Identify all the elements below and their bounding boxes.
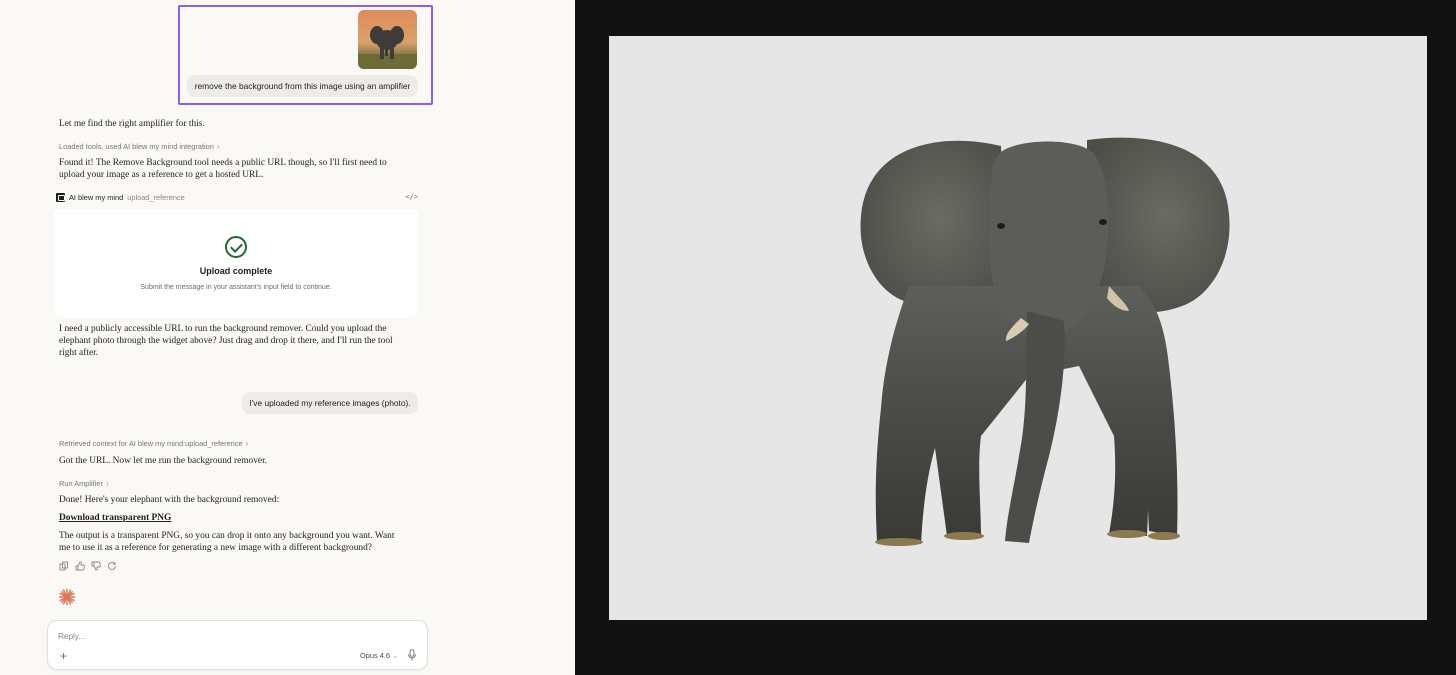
chevron-right-icon: › [245, 439, 249, 448]
tool-integration-name: AI blew my mind [69, 192, 124, 202]
context-retrieved-disclosure[interactable]: Retrieved context for AI blew my mind:up… [59, 439, 248, 448]
reply-composer: + Opus 4.6 ⌄ [47, 620, 428, 670]
thumbs-up-icon[interactable] [75, 561, 85, 571]
copy-icon[interactable] [59, 561, 69, 571]
elephant-cutout-image [860, 137, 1230, 546]
tool-function-name: upload_reference [127, 192, 185, 202]
user-message-text: remove the background from this image us… [194, 81, 411, 91]
message-actions [59, 561, 117, 571]
assistant-message: Done! Here's your elephant with the back… [59, 495, 280, 505]
integration-logo-icon [56, 192, 65, 202]
run-amplifier-label: Run Amplifier [59, 479, 103, 488]
assistant-spark-icon [58, 588, 76, 606]
thumbs-down-icon[interactable] [91, 561, 101, 571]
upload-status-subtitle: Submit the message in your assistant's i… [140, 284, 332, 291]
model-selector[interactable]: Opus 4.6 ⌄ [360, 651, 398, 660]
tools-loaded-label: Loaded tools, used AI blew my mind integ… [59, 142, 214, 151]
checkmark-circle-icon [225, 236, 247, 258]
assistant-message: Let me find the right amplifier for this… [59, 119, 205, 129]
model-name: Opus 4.6 [360, 651, 390, 660]
assistant-message: The output is a transparent PNG, so you … [59, 531, 395, 553]
assistant-message: Found it! The Remove Background tool nee… [59, 158, 387, 180]
tool-call-header: AI blew my mind upload_reference </> [56, 191, 418, 203]
tools-loaded-disclosure[interactable]: Loaded tools, used AI blew my mind integ… [59, 142, 220, 151]
add-attachment-button[interactable]: + [60, 649, 67, 663]
uploaded-image-thumbnail[interactable] [358, 10, 417, 69]
assistant-message: I need a publicly accessible URL to run … [59, 324, 393, 358]
upload-status-title: Upload complete [199, 266, 273, 276]
user-message-text: I've uploaded my reference images (photo… [249, 398, 411, 408]
upload-widget [54, 209, 418, 317]
reply-input[interactable] [58, 629, 358, 643]
assistant-message: Got the URL. Now let me run the backgrou… [59, 456, 268, 466]
download-png-link[interactable]: Download transparent PNG [59, 512, 171, 524]
chevron-right-icon: › [105, 479, 109, 488]
chevron-down-icon: ⌄ [392, 651, 399, 660]
result-image-canvas [609, 36, 1427, 620]
microphone-icon[interactable] [407, 649, 417, 661]
code-icon[interactable]: </> [405, 193, 418, 201]
context-retrieved-label: Retrieved context for AI blew my mind:up… [59, 439, 243, 448]
run-amplifier-disclosure[interactable]: Run Amplifier › [59, 479, 109, 488]
retry-icon[interactable] [107, 561, 117, 571]
user-message: remove the background from this image us… [187, 75, 418, 97]
chat-panel: remove the background from this image us… [0, 0, 575, 675]
user-message: I've uploaded my reference images (photo… [242, 392, 418, 414]
chevron-right-icon: › [216, 142, 220, 151]
